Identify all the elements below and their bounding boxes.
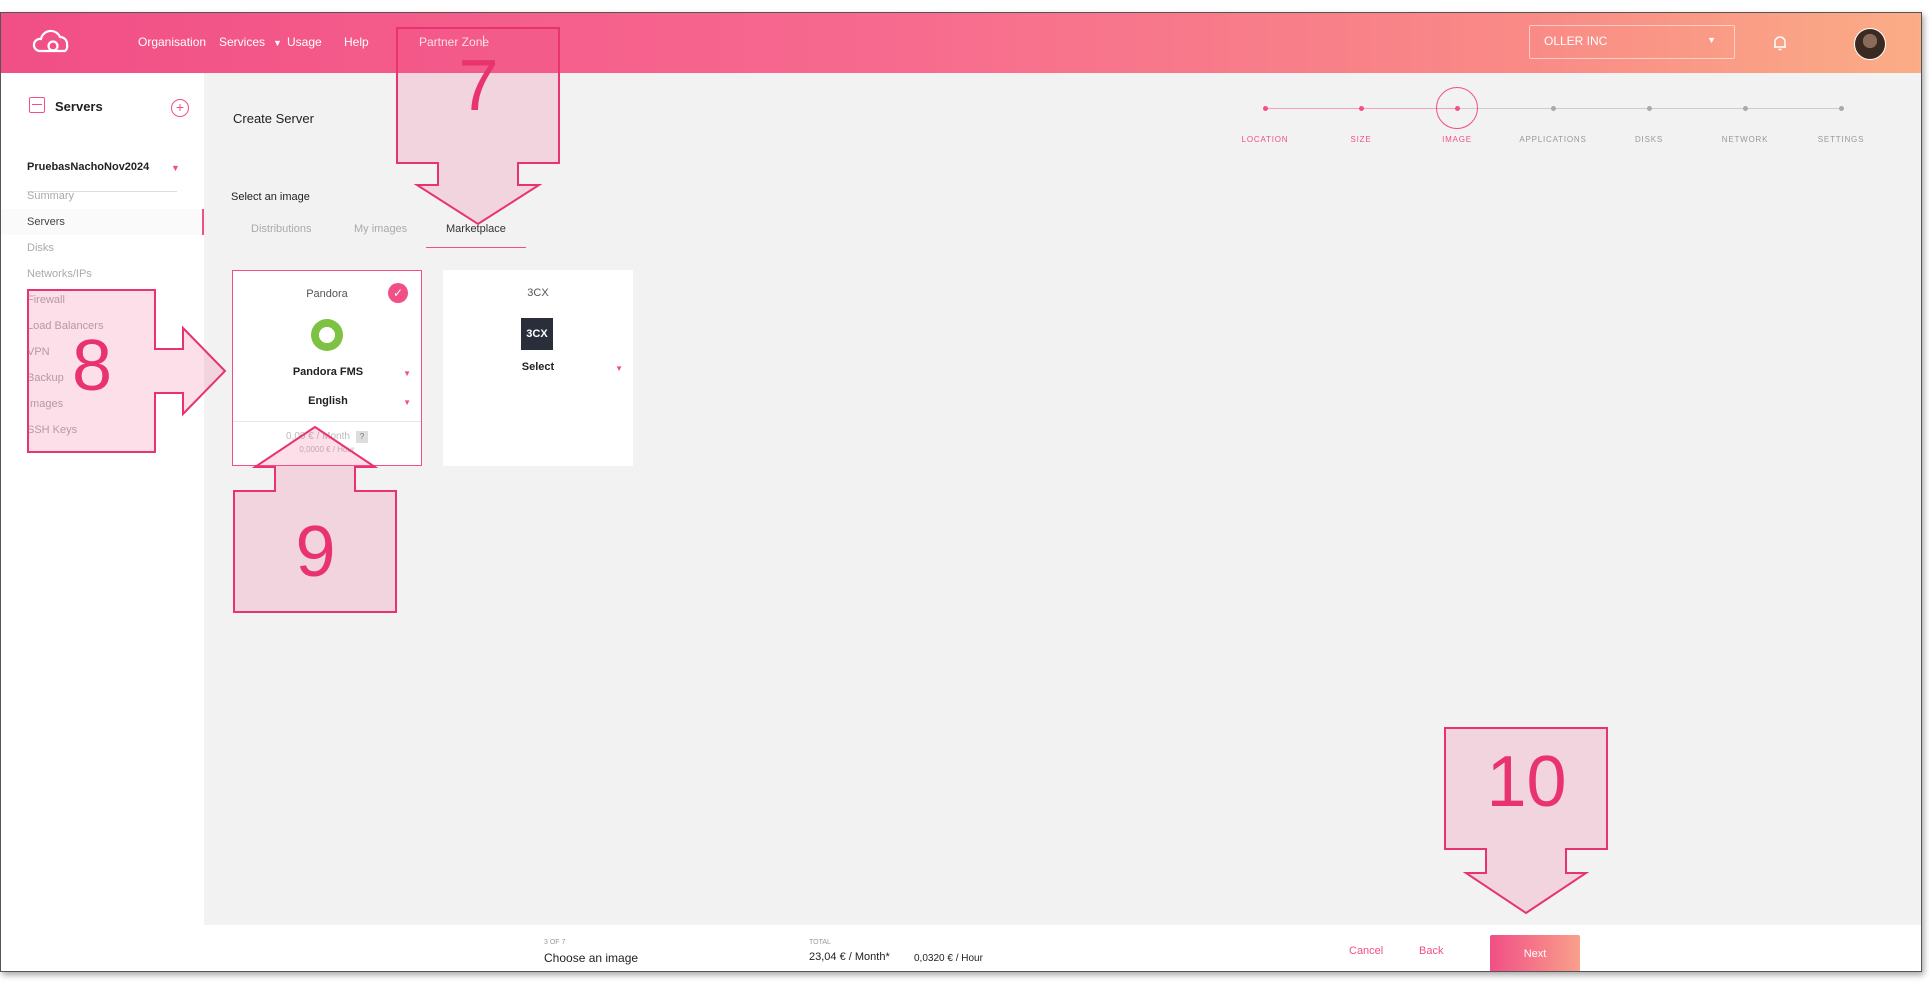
step-label: SIZE [1350, 135, 1372, 144]
org-selector[interactable]: OLLER INC ▼ [1529, 25, 1735, 59]
annotation-number: 9 [295, 512, 336, 592]
card-divider [233, 421, 421, 422]
nav-help[interactable]: Help [344, 35, 369, 49]
sidebar-item-summary[interactable]: Summary [1, 183, 204, 209]
step-label: APPLICATIONS [1519, 135, 1587, 144]
3cx-logo-icon: 3CX [521, 318, 553, 350]
annotation-number: 7 [458, 46, 499, 126]
step-label: LOCATION [1241, 135, 1289, 144]
cancel-button[interactable]: Cancel [1349, 945, 1383, 957]
app-version-select[interactable]: Select [493, 361, 583, 373]
nav-organisation[interactable]: Organisation [138, 35, 206, 49]
step-label: NETWORK [1721, 135, 1769, 144]
step-dot [1263, 106, 1268, 111]
annotation-10: 10 [1444, 727, 1609, 927]
select-image-label: Select an image [231, 191, 310, 203]
card-title: 3CX [527, 287, 549, 299]
chevron-down-icon[interactable]: ▼ [171, 163, 180, 173]
bell-icon[interactable] [1771, 34, 1789, 52]
check-icon: ✓ [388, 283, 408, 303]
nav-services[interactable]: Services ▼ [219, 35, 282, 49]
cloud-logo-icon[interactable] [31, 29, 75, 57]
chevron-down-icon: ▼ [273, 38, 282, 48]
step-label: DISKS [1634, 135, 1663, 144]
step-counter: 3 OF 7 [544, 939, 566, 946]
back-button[interactable]: Back [1419, 945, 1443, 957]
sidebar-item-disks[interactable]: Disks [1, 235, 204, 261]
annotation-9: 9 [233, 423, 398, 613]
step-dot [1551, 106, 1556, 111]
next-button[interactable]: Next [1490, 935, 1580, 971]
nav-usage[interactable]: Usage [287, 35, 322, 49]
step-dot [1839, 106, 1844, 111]
total-price-month: 23,04 € / Month* [809, 951, 890, 963]
avatar[interactable] [1854, 28, 1886, 60]
wizard-stepper: LOCATION SIZE IMAGE APPLICATIONS DISKS N… [1241, 87, 1871, 173]
chevron-down-icon: ▼ [1707, 35, 1716, 45]
chevron-down-icon[interactable]: ▼ [615, 364, 623, 373]
project-selector[interactable]: PruebasNachoNov2024 [27, 161, 149, 173]
step-dot [1359, 106, 1364, 111]
annotation-number: 8 [71, 326, 113, 406]
app-window: Organisation Services▼ Usage Help | Part… [0, 12, 1922, 972]
total-label: TOTAL [809, 939, 831, 946]
wizard-footer: 3 OF 7 Choose an image TOTAL 23,04 € / M… [204, 925, 1921, 971]
sidebar-title: Servers [55, 99, 103, 114]
annotation-number: 10 [1486, 742, 1567, 822]
step-label: SETTINGS [1817, 135, 1865, 144]
step-name: Choose an image [544, 951, 639, 965]
add-server-button[interactable]: + [171, 99, 189, 117]
image-card-3cx[interactable]: 3CX 3CX Select ▼ [443, 270, 633, 466]
chevron-down-icon[interactable]: ▼ [403, 369, 411, 378]
sidebar: Servers + PruebasNachoNov2024 ▼ Summary … [1, 73, 204, 971]
annotation-8: 8 [27, 289, 232, 453]
app-version-select[interactable]: Pandora FMS [283, 366, 373, 378]
language-select[interactable]: English [283, 395, 373, 407]
top-header: Organisation Services▼ Usage Help | Part… [1, 13, 1921, 73]
pandora-logo-icon [311, 319, 343, 351]
nav-services-label: Services [219, 35, 266, 49]
step-dot [1647, 106, 1652, 111]
tab-distributions[interactable]: Distributions [251, 223, 312, 235]
chevron-down-icon[interactable]: ▼ [403, 398, 411, 407]
server-icon [29, 97, 45, 113]
annotation-7: 7 [396, 27, 561, 267]
page-title: Create Server [233, 111, 314, 126]
sidebar-item-networks[interactable]: Networks/IPs [1, 261, 204, 287]
step-label: IMAGE [1442, 135, 1472, 144]
org-selector-label: OLLER INC [1544, 34, 1608, 48]
step-dot [1455, 106, 1460, 111]
step-dot [1743, 106, 1748, 111]
total-price-hour: 0,0320 € / Hour [914, 953, 983, 964]
sidebar-item-servers[interactable]: Servers [1, 209, 204, 235]
